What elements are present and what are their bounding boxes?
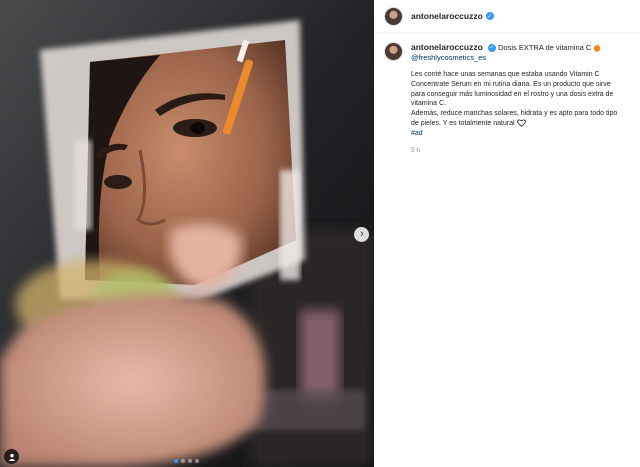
post-header: antonelaroccuzzo ✓ <box>374 0 640 33</box>
orange-emoji-icon <box>594 44 601 52</box>
caption-title: Dosis EXTRA de vitamina C <box>497 43 592 52</box>
caption-body: Les conté hace unas semanas que estaba u… <box>411 70 626 139</box>
verified-badge-icon: ✓ <box>487 44 496 53</box>
hashtag-link[interactable]: #ad <box>411 129 626 139</box>
instagram-post: › antonelaroccuzzo ✓ antonelaroccuzzo ✓ … <box>0 0 640 467</box>
author-avatar[interactable] <box>384 6 403 26</box>
carousel-indicator <box>174 459 199 463</box>
post-media[interactable]: › <box>0 0 374 467</box>
next-slide-button[interactable]: › <box>354 227 369 242</box>
carousel-dot-active <box>174 459 178 463</box>
post-sidebar: antonelaroccuzzo ✓ antonelaroccuzzo ✓ Do… <box>374 0 640 467</box>
verified-badge-icon: ✓ <box>485 12 494 20</box>
carousel-dot <box>195 459 199 463</box>
tagged-users-button[interactable] <box>4 449 19 464</box>
chevron-right-icon: › <box>360 227 364 240</box>
post-timestamp[interactable]: 5 h <box>411 146 626 156</box>
mention-link[interactable]: @freshlycosmetics_es <box>411 53 626 63</box>
caption-author-avatar[interactable] <box>384 42 403 61</box>
caption-author-handle[interactable]: antonelaroccuzzo <box>411 42 483 52</box>
user-icon <box>8 453 15 461</box>
carousel-dot <box>188 459 192 463</box>
carousel-dot <box>181 459 185 463</box>
white-heart-icon <box>516 119 526 127</box>
caption: antonelaroccuzzo ✓ Dosis EXTRA de vitami… <box>374 33 640 156</box>
post-photo <box>0 0 374 467</box>
author-handle[interactable]: antonelaroccuzzo <box>411 11 483 21</box>
caption-paragraph-1: Les conté hace unas semanas que estaba u… <box>411 71 614 108</box>
caption-paragraph-2: Además, reduce manchas solares, hidrata … <box>411 110 618 127</box>
